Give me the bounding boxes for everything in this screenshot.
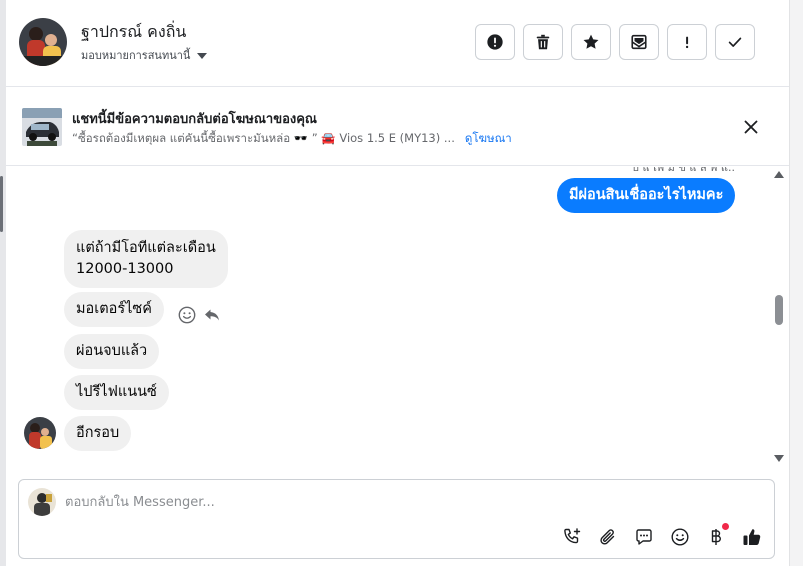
view-ad-link[interactable]: ดูโฆษณา [465, 130, 512, 148]
ad-context-title: แชทนี้มีข้อความตอบกลับต่อโฆษณาของคุณ [72, 112, 317, 127]
conversation-header: ฐาปกรณ์ คงถิ่น มอบหมายการสนทนานี้ [6, 0, 789, 87]
baht-icon [711, 529, 721, 545]
page-avatar [28, 488, 56, 516]
mark-spam-button[interactable] [475, 24, 515, 60]
reply-button[interactable] [203, 306, 221, 324]
scroll-down-arrow[interactable] [774, 455, 784, 462]
chat-bubble-icon [636, 529, 652, 545]
message-line: แต่ถ้ามีโอทีแต่ละเดือน [76, 240, 216, 256]
thumbs-up-icon [743, 529, 761, 545]
incoming-message[interactable]: มอเตอร์ไซค์ [64, 292, 164, 327]
message-hover-actions [178, 306, 221, 324]
ad-context-banner: แชทนี้มีข้อความตอบกลับต่อโฆษณาของคุณ “ซื… [6, 88, 789, 166]
contact-avatar-small[interactable] [24, 417, 56, 449]
reply-input[interactable] [65, 492, 545, 512]
outgoing-message[interactable]: มีผ่อนสินเชื่ออะไรไหมคะ [557, 178, 736, 213]
scroll-up-arrow[interactable] [774, 171, 784, 178]
assign-conversation-dropdown[interactable]: มอบหมายการสนทนานี้ [81, 46, 208, 64]
caret-down-icon [197, 52, 208, 59]
attach-button[interactable] [597, 526, 619, 548]
incoming-message[interactable]: ไปรีไฟแนนซ์ [64, 375, 169, 410]
react-button[interactable] [178, 306, 196, 324]
mark-done-button[interactable] [715, 24, 755, 60]
paperclip-icon [600, 529, 615, 545]
notification-dot [722, 523, 729, 530]
delete-button[interactable] [523, 24, 563, 60]
exclamation-icon [685, 36, 689, 49]
message-composer [18, 479, 775, 559]
follow-up-button[interactable] [667, 24, 707, 60]
trash-icon [536, 34, 550, 50]
contact-name[interactable]: ฐาปกรณ์ คงถิ่น [81, 20, 186, 45]
ad-snippet: “ซื้อรถต้องมีเหตุผล แต่คันนี้ซื้อเพราะมั… [72, 131, 455, 145]
message-thread[interactable]: บ แ เพ ม ข แ ล พ แ.. มีผ่อนสินเชื่ออะไรไ… [6, 167, 789, 470]
incoming-message[interactable]: แต่ถ้ามีโอทีแต่ละเดือน 12000-13000 [64, 230, 228, 288]
star-icon [583, 34, 599, 49]
close-banner-button[interactable] [740, 116, 762, 138]
like-button[interactable] [741, 526, 763, 548]
emoji-icon [671, 528, 689, 546]
check-icon [728, 37, 742, 47]
right-panel-edge [789, 0, 803, 566]
previous-message-fragment: บ แ เพ ม ข แ ล พ แ.. [632, 167, 735, 174]
saved-replies-button[interactable] [633, 526, 655, 548]
incoming-message[interactable]: ผ่อนจบแล้ว [64, 334, 160, 369]
incoming-message[interactable]: อีกรอบ [64, 416, 132, 451]
alert-circle-icon [487, 34, 503, 50]
ad-context-subtitle: “ซื้อรถต้องมีเหตุผล แต่คันนี้ซื้อเพราะมั… [72, 130, 512, 148]
close-icon [744, 120, 758, 134]
reply-icon [205, 309, 219, 321]
star-button[interactable] [571, 24, 611, 60]
payment-button[interactable] [705, 523, 729, 548]
smiley-icon [178, 306, 196, 324]
thread-scrollbar-thumb[interactable] [775, 295, 783, 325]
page-scrollbar[interactable] [789, 0, 803, 566]
message-line: 12000-13000 [76, 261, 174, 277]
conversation-actions [475, 24, 755, 60]
mark-unread-button[interactable] [619, 24, 659, 60]
ad-thumbnail[interactable] [22, 108, 62, 146]
composer-toolbar [561, 523, 763, 548]
mail-icon [631, 34, 647, 50]
phone-plus-icon [564, 528, 581, 544]
panel-resize-handle[interactable] [0, 176, 3, 232]
contact-avatar[interactable] [19, 18, 67, 66]
call-button[interactable] [561, 526, 583, 548]
assign-label: มอบหมายการสนทนานี้ [81, 49, 191, 62]
emoji-button[interactable] [669, 526, 691, 548]
